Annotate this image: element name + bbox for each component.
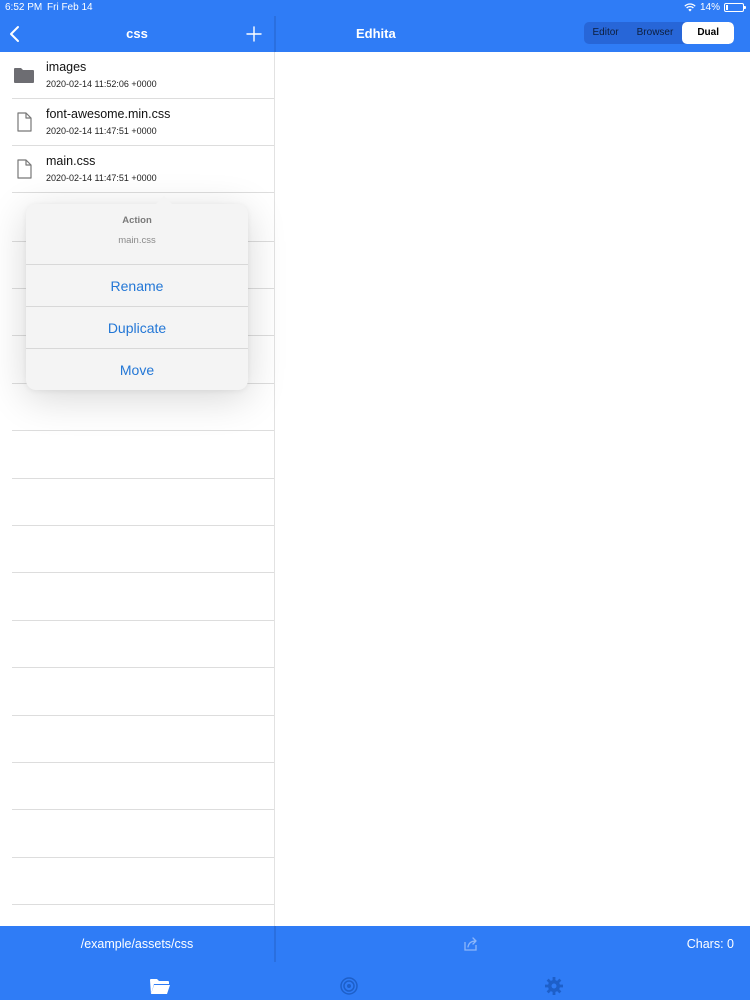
add-plus-icon[interactable]	[244, 24, 264, 44]
file-date: 2020-02-14 11:47:51 +0000	[46, 126, 157, 136]
share-icon[interactable]	[463, 936, 479, 952]
status-time: 6:52 PM	[5, 2, 43, 13]
battery-icon	[724, 3, 746, 12]
file-row-images[interactable]: images 2020-02-14 11:52:06 +0000	[0, 52, 274, 99]
pane-divider	[274, 52, 275, 926]
empty-row-separator	[12, 525, 274, 526]
segment-dual[interactable]: Dual	[682, 22, 734, 44]
file-name: images	[46, 60, 87, 74]
char-count: Chars: 0	[686, 937, 734, 951]
action-popover: Action main.css Rename Duplicate Move	[26, 196, 248, 391]
editor-toolbar: Chars: 0	[276, 926, 750, 962]
wifi-icon	[684, 3, 696, 12]
popover-subtitle: main.css	[118, 235, 156, 246]
segment-browser[interactable]: Browser	[628, 22, 683, 44]
move-button[interactable]: Move	[26, 349, 248, 391]
popover-arrow	[155, 196, 173, 205]
rename-button[interactable]: Rename	[26, 265, 248, 307]
empty-row-separator	[12, 809, 274, 811]
empty-row-separator	[12, 430, 274, 432]
duplicate-button[interactable]: Duplicate	[26, 307, 248, 349]
path-bar: /example/assets/css	[0, 926, 274, 962]
empty-row-separator	[12, 762, 274, 763]
folder-title: css	[126, 26, 148, 41]
empty-row-separator	[12, 477, 274, 479]
battery-percent: 14%	[699, 2, 720, 13]
empty-row-separator	[12, 667, 274, 669]
target-icon[interactable]	[338, 976, 360, 996]
empty-row-separator	[12, 856, 274, 858]
folder-icon[interactable]	[149, 976, 171, 996]
popover-title: Action	[122, 215, 152, 226]
empty-row-separator	[12, 714, 274, 716]
empty-row-separator	[12, 572, 274, 574]
file-date: 2020-02-14 11:52:06 +0000	[46, 79, 157, 89]
tab-bar	[0, 962, 750, 1000]
view-mode-segmented-control: Editor Browser Dual	[583, 22, 734, 44]
file-browser-nav-bar: css	[0, 16, 274, 52]
file-date: 2020-02-14 11:47:51 +0000	[46, 173, 157, 183]
file-name: main.css	[46, 154, 96, 168]
current-path: /example/assets/css	[80, 937, 194, 951]
status-indicators: 14%	[684, 2, 746, 13]
empty-row-separator	[12, 904, 274, 906]
segment-editor[interactable]: Editor	[584, 22, 628, 44]
file-icon	[13, 111, 35, 133]
file-name: font-awesome.min.css	[46, 107, 171, 121]
gear-icon[interactable]	[543, 976, 565, 996]
empty-row-separator	[12, 619, 274, 621]
file-row-main-css[interactable]: main.css 2020-02-14 11:47:51 +0000	[0, 146, 274, 193]
file-row-font-awesome[interactable]: font-awesome.min.css 2020-02-14 11:47:51…	[0, 99, 274, 146]
status-bar: 6:52 PM Fri Feb 14 14%	[0, 0, 750, 16]
folder-icon	[13, 64, 35, 86]
editor-nav-bar: Edhita Editor Browser Dual	[276, 16, 750, 52]
status-date: Fri Feb 14	[47, 2, 93, 13]
file-list: images 2020-02-14 11:52:06 +0000 font-aw…	[0, 52, 274, 926]
app-title: Edhita	[356, 26, 396, 41]
file-icon	[13, 158, 35, 180]
